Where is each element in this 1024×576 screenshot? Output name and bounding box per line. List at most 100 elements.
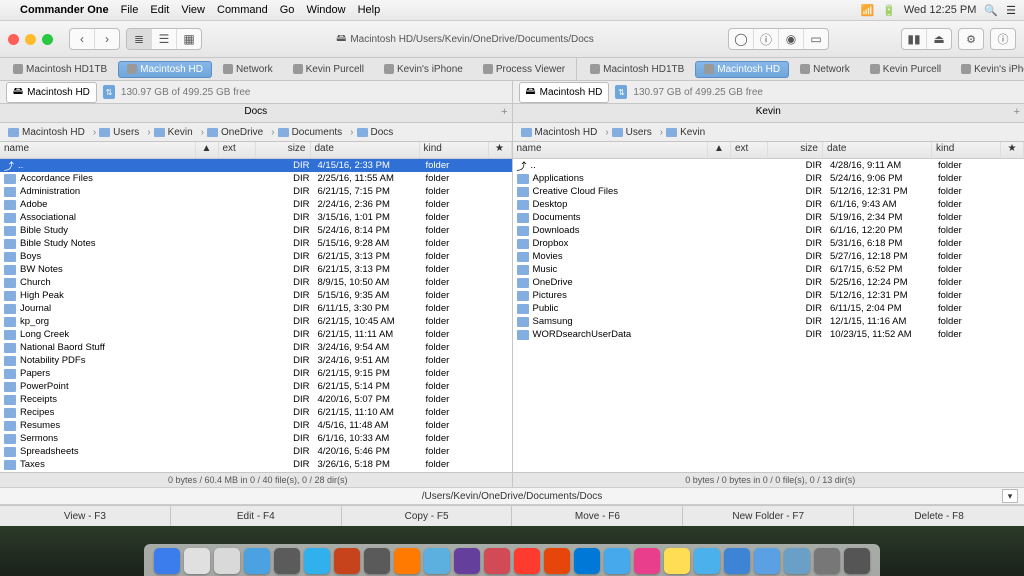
dock-app-5[interactable]	[304, 548, 330, 574]
dock-app-21[interactable]	[784, 548, 810, 574]
table-row[interactable]: National Baord StuffDIR3/24/16, 9:54 AMf…	[0, 341, 512, 354]
col-star[interactable]: ★	[489, 142, 512, 158]
hidden-files-button[interactable]: ⓘ	[754, 29, 779, 49]
table-row[interactable]: Creative Cloud FilesDIR5/12/16, 12:31 PM…	[513, 185, 1024, 198]
col-star[interactable]: ★	[1001, 142, 1024, 158]
dock-app-13[interactable]	[544, 548, 570, 574]
crumb-kevin[interactable]: ›Kevin	[143, 127, 196, 138]
col-sort-icon[interactable]: ▲	[196, 142, 219, 158]
table-row[interactable]: PublicDIR6/11/15, 2:04 PMfolder	[513, 302, 1024, 315]
dock-app-4[interactable]	[274, 548, 300, 574]
drive-select-right[interactable]: 🖴Macintosh HD	[519, 82, 610, 103]
dock-app-8[interactable]	[394, 548, 420, 574]
drive-stepper-right[interactable]: ⇅	[615, 85, 627, 99]
menu-help[interactable]: Help	[358, 4, 381, 16]
col-size[interactable]: size	[256, 142, 311, 158]
app-name[interactable]: Commander One	[20, 4, 109, 16]
preview-button[interactable]: ◉	[779, 29, 804, 49]
table-row[interactable]: PicturesDIR5/12/16, 12:31 PMfolder	[513, 289, 1024, 302]
panel-tab-left[interactable]: Docs+	[0, 104, 513, 122]
table-row[interactable]: ⤴..DIR4/28/16, 9:11 AMfolder	[513, 159, 1024, 172]
table-row[interactable]: TaxesDIR3/26/16, 5:18 PMfolder	[0, 458, 512, 471]
view-thumb-button[interactable]: ▦	[177, 29, 201, 49]
dock-app-9[interactable]	[424, 548, 450, 574]
table-row[interactable]: AssociationalDIR3/15/16, 1:01 PMfolder	[0, 211, 512, 224]
menu-go[interactable]: Go	[280, 4, 295, 16]
dock-app-1[interactable]	[184, 548, 210, 574]
table-row[interactable]: ReceiptsDIR4/20/16, 5:07 PMfolder	[0, 393, 512, 406]
fkey-delete-f8[interactable]: Delete - F8	[854, 506, 1024, 526]
dock-app-19[interactable]	[724, 548, 750, 574]
dock-app-0[interactable]	[154, 548, 180, 574]
location-network[interactable]: Network	[214, 61, 282, 78]
table-row[interactable]: kp_orgDIR6/21/15, 10:45 AMfolder	[0, 315, 512, 328]
view-columns-button[interactable]: ☰	[152, 29, 177, 49]
crumb-kevin[interactable]: ›Kevin	[656, 127, 709, 138]
location-kevin-purcell[interactable]: Kevin Purcell	[284, 61, 373, 78]
fkey-copy-f5[interactable]: Copy - F5	[342, 506, 513, 526]
view-list-button[interactable]: ≣	[127, 29, 152, 49]
col-size[interactable]: size	[768, 142, 823, 158]
forward-button[interactable]: ›	[95, 29, 119, 49]
location-macintosh-hd[interactable]: Macintosh HD	[118, 61, 212, 78]
table-row[interactable]: OneDriveDIR5/25/16, 12:24 PMfolder	[513, 276, 1024, 289]
panel-tab-right[interactable]: Kevin+	[513, 104, 1024, 122]
location-kevin-s-iphone[interactable]: Kevin's iPhone	[952, 61, 1024, 78]
location-kevin-s-iphone[interactable]: Kevin's iPhone	[375, 61, 472, 78]
drive-select-left[interactable]: 🖴Macintosh HD	[6, 82, 97, 103]
file-list-left[interactable]: ⤴..DIR4/15/16, 2:33 PMfolderAccordance F…	[0, 159, 512, 472]
fkey-new-folder-f7[interactable]: New Folder - F7	[683, 506, 854, 526]
dock-app-12[interactable]	[514, 548, 540, 574]
table-row[interactable]: DocumentsDIR5/19/16, 2:34 PMfolder	[513, 211, 1024, 224]
path-dropdown[interactable]: ▾	[1002, 489, 1018, 503]
table-row[interactable]: SpreadsheetsDIR4/20/16, 5:46 PMfolder	[0, 445, 512, 458]
fkey-view-f3[interactable]: View - F3	[0, 506, 171, 526]
table-row[interactable]: SermonsDIR6/1/16, 10:33 AMfolder	[0, 432, 512, 445]
wifi-icon[interactable]: 📶	[860, 4, 874, 17]
menu-command[interactable]: Command	[217, 4, 268, 16]
table-row[interactable]: ResumesDIR4/5/16, 11:48 AMfolder	[0, 419, 512, 432]
zoom-window-button[interactable]	[42, 34, 53, 45]
table-row[interactable]: DesktopDIR6/1/16, 9:43 AMfolder	[513, 198, 1024, 211]
dock-app-17[interactable]	[664, 548, 690, 574]
add-tab-right[interactable]: +	[1014, 106, 1020, 118]
table-row[interactable]: ChurchDIR8/9/15, 10:50 AMfolder	[0, 276, 512, 289]
menu-view[interactable]: View	[181, 4, 205, 16]
pause-button[interactable]: ▮▮	[902, 29, 927, 49]
dock-app-18[interactable]	[694, 548, 720, 574]
menu-file[interactable]: File	[121, 4, 139, 16]
crumb-docs[interactable]: ›Docs	[346, 127, 397, 138]
dock-app-6[interactable]	[334, 548, 360, 574]
clock[interactable]: Wed 12:25 PM	[904, 4, 977, 16]
col-sort-icon[interactable]: ▲	[708, 142, 731, 158]
table-row[interactable]: JournalDIR6/11/15, 3:30 PMfolder	[0, 302, 512, 315]
table-row[interactable]: AdministrationDIR6/21/15, 7:15 PMfolder	[0, 185, 512, 198]
menu-edit[interactable]: Edit	[150, 4, 169, 16]
drive-stepper-left[interactable]: ⇅	[103, 85, 115, 99]
table-row[interactable]: BW NotesDIR6/21/15, 3:13 PMfolder	[0, 263, 512, 276]
table-row[interactable]: DownloadsDIR6/1/16, 12:20 PMfolder	[513, 224, 1024, 237]
notifications-icon[interactable]: ☰	[1006, 4, 1016, 17]
dock-app-22[interactable]	[814, 548, 840, 574]
table-row[interactable]: ApplicationsDIR5/24/16, 9:06 PMfolder	[513, 172, 1024, 185]
location-process-viewer[interactable]: Process Viewer	[474, 61, 574, 78]
location-macintosh-hd1tb[interactable]: Macintosh HD1TB	[4, 61, 116, 78]
crumb-macintosh-hd[interactable]: Macintosh HD	[517, 127, 602, 138]
dual-button[interactable]: ▭	[804, 29, 828, 49]
table-row[interactable]: PapersDIR6/21/15, 9:15 PMfolder	[0, 367, 512, 380]
table-row[interactable]: RecipesDIR6/21/15, 11:10 AMfolder	[0, 406, 512, 419]
table-row[interactable]: PowerPointDIR6/21/15, 5:14 PMfolder	[0, 380, 512, 393]
crumb-documents[interactable]: ›Documents	[267, 127, 346, 138]
eject-button[interactable]: ⏏	[927, 29, 951, 49]
menu-window[interactable]: Window	[306, 4, 345, 16]
table-row[interactable]: AdobeDIR2/24/16, 2:36 PMfolder	[0, 198, 512, 211]
dock-app-14[interactable]	[574, 548, 600, 574]
close-window-button[interactable]	[8, 34, 19, 45]
fkey-move-f6[interactable]: Move - F6	[512, 506, 683, 526]
dock-app-20[interactable]	[754, 548, 780, 574]
dock-app-15[interactable]	[604, 548, 630, 574]
table-row[interactable]: Bible StudyDIR5/24/16, 8:14 PMfolder	[0, 224, 512, 237]
battery-icon[interactable]: 🔋	[882, 4, 896, 17]
crumb-users[interactable]: ›Users	[601, 127, 655, 138]
col-ext[interactable]: ext	[731, 142, 768, 158]
